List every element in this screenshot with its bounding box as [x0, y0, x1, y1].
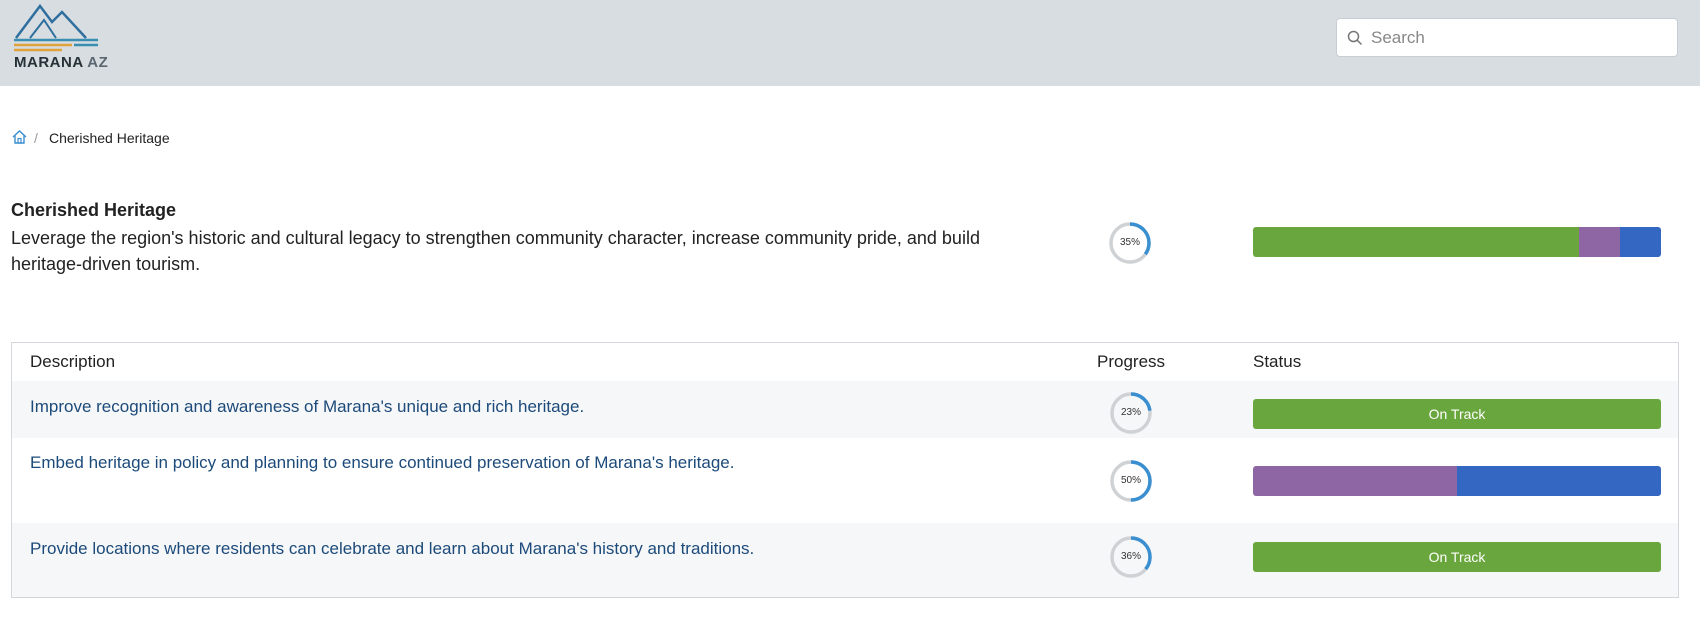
status-bar-segment [1620, 227, 1661, 257]
table-row[interactable]: Provide locations where residents can ce… [12, 523, 1678, 597]
status-bar-segment [1253, 227, 1580, 257]
table-row[interactable]: Embed heritage in policy and planning to… [12, 438, 1678, 523]
logo-text: MARANA AZ [14, 54, 108, 71]
goal-progress-ring: 35% [1108, 221, 1152, 265]
status-bar-segment [1253, 466, 1457, 496]
search-box[interactable] [1336, 18, 1678, 57]
row-progress-label: 23% [1120, 407, 1141, 418]
row-progress-ring: 23% [1109, 391, 1153, 435]
row-status-bar [1253, 466, 1661, 496]
home-icon[interactable] [12, 130, 27, 144]
logo-suffix: AZ [87, 54, 109, 71]
row-description-link[interactable]: Embed heritage in policy and planning to… [30, 453, 734, 473]
search-icon [1347, 30, 1363, 46]
table-header: Description Progress Status [12, 343, 1678, 382]
status-badge: On Track [1253, 399, 1661, 429]
mountain-logo-icon [14, 4, 98, 52]
logo-name: MARANA [14, 54, 84, 71]
goal-status-bar [1253, 227, 1661, 257]
breadcrumb-current: Cherished Heritage [49, 130, 170, 146]
status-bar-segment [1457, 466, 1661, 496]
objectives-table: Description Progress Status Improve reco… [11, 342, 1679, 598]
goal-description: Leverage the region's historic and cultu… [11, 228, 980, 274]
column-header-description: Description [30, 352, 116, 371]
row-description-link[interactable]: Provide locations where residents can ce… [30, 539, 754, 559]
status-badge: On Track [1253, 542, 1661, 572]
goal-progress-label: 35% [1119, 237, 1140, 248]
row-progress-ring: 36% [1109, 535, 1153, 579]
status-bar-segment [1579, 227, 1621, 257]
site-header: MARANA AZ [0, 0, 1700, 86]
table-row[interactable]: Improve recognition and awareness of Mar… [12, 381, 1678, 438]
search-input[interactable] [1369, 25, 1673, 51]
column-header-progress: Progress [1097, 352, 1166, 371]
goal-title: Cherished Heritage [11, 200, 177, 220]
row-description-link[interactable]: Improve recognition and awareness of Mar… [30, 397, 584, 417]
row-progress-ring: 50% [1109, 459, 1153, 503]
breadcrumb-separator: / [34, 130, 38, 146]
row-progress-label: 50% [1120, 475, 1141, 486]
column-header-status: Status [1253, 352, 1302, 371]
row-progress-label: 36% [1120, 551, 1141, 562]
site-logo[interactable]: MARANA AZ [12, 4, 112, 72]
